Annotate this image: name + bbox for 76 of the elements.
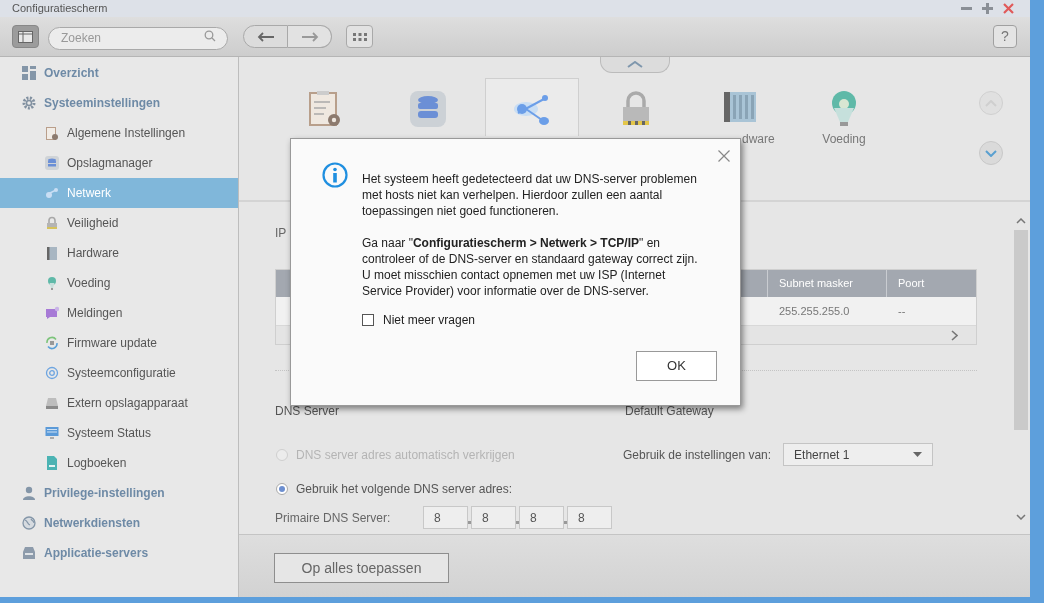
sidebar-item[interactable]: Meldingen — [0, 298, 238, 328]
sidebar-item[interactable]: Voeding — [0, 268, 238, 298]
table-cell-text: -- — [897, 303, 907, 319]
bulb-icon — [45, 276, 59, 290]
update-icon — [45, 336, 59, 350]
tile-label: Voeding — [822, 131, 866, 148]
scroll-down-button[interactable] — [979, 141, 1003, 165]
input-field[interactable]: 8 — [567, 506, 612, 529]
drive-icon — [45, 396, 59, 410]
chevron-up-icon — [627, 61, 643, 68]
checkbox-label: Niet meer vragen — [383, 312, 476, 329]
table-cell-text: 255.255.255.0 — [778, 303, 851, 319]
section-label: IP — [275, 225, 288, 240]
panel-icon — [18, 30, 33, 43]
sidebar-item[interactable]: Hardware — [0, 238, 238, 268]
gear-icon — [22, 96, 36, 110]
section-title: DNS Server — [275, 403, 340, 420]
clipboard-icon — [45, 126, 59, 140]
apps-button[interactable] — [346, 25, 373, 48]
back-button[interactable] — [243, 25, 288, 48]
window-title: Configuratiescherm — [12, 1, 108, 17]
chevron-down-icon — [1016, 514, 1026, 520]
server-icon — [45, 246, 59, 260]
caret-icon — [913, 452, 923, 457]
dialog-message: Het systeem heeft gedetecteerd dat uw DNS-server problemen met hosts niet kan verhelpen. Hierdoor zullen een aantal toepassingen niet goed functioneren. — [362, 171, 698, 219]
sidebar-item[interactable]: Firmware update — [0, 328, 238, 358]
globe-icon — [22, 516, 36, 530]
sidebar-toggle-button[interactable] — [12, 25, 39, 48]
info-icon — [322, 162, 348, 188]
radio-button[interactable] — [276, 483, 288, 495]
log-file-icon — [45, 456, 59, 470]
close-icon[interactable] — [718, 150, 730, 162]
field-label: Primaire DNS Server: — [275, 509, 392, 527]
maximize-icon[interactable] — [982, 3, 993, 14]
message-icon — [45, 306, 59, 320]
close-icon[interactable] — [1003, 3, 1014, 14]
ok-button[interactable]: OK — [636, 351, 717, 381]
network-icon — [45, 186, 59, 200]
category-tile[interactable] — [485, 78, 579, 136]
tray-icon — [22, 546, 36, 560]
tile-label: dware — [741, 131, 776, 148]
field-label: Gebruik de instellingen van: — [623, 446, 772, 464]
search-icon — [204, 30, 216, 42]
forward-button[interactable] — [288, 25, 332, 48]
sidebar-item[interactable]: Logboeken — [0, 448, 238, 478]
search-field[interactable]: Zoeken — [48, 26, 228, 50]
chevron-up-icon — [1016, 218, 1026, 224]
dropdown[interactable]: Ethernet 1 — [783, 443, 934, 466]
chevron-down-icon — [985, 149, 997, 157]
database-icon — [408, 89, 448, 129]
help-button[interactable]: ? — [993, 25, 1017, 48]
scrollbar-thumb[interactable] — [1014, 230, 1028, 430]
radio-label: Gebruik het volgende DNS server adres: — [296, 481, 513, 498]
arrow-right-icon — [300, 31, 319, 42]
grid-icon — [22, 66, 36, 80]
monitor-icon — [45, 426, 59, 440]
input-field[interactable]: 8 — [423, 506, 468, 529]
checkbox[interactable] — [362, 314, 374, 326]
sidebar-item[interactable]: Opslagmanager — [0, 148, 238, 178]
input-field[interactable]: 8 — [519, 506, 564, 529]
chevron-right-icon — [951, 329, 958, 341]
sidebar-item[interactable]: Algemene Instellingen — [0, 118, 238, 148]
person-icon — [22, 486, 36, 500]
sidebar-item[interactable]: Veiligheid — [0, 208, 238, 238]
lock-icon — [45, 216, 59, 230]
arrow-left-icon — [256, 31, 275, 42]
sidebar-item[interactable]: Extern opslagapparaat — [0, 388, 238, 418]
dialog-message: Ga naar "Configuratiescherm > Netwerk > TCP/IP" en controleer of de DNS-server en standaard gateway correct zijn. U moet misschien contact opnemen met uw ISP (Internet Service Provider) voor informatie over de DNS-server. — [362, 235, 699, 299]
section-title: Default Gateway — [625, 403, 715, 420]
sidebar-item[interactable]: Systeem Status — [0, 418, 238, 448]
input-field[interactable]: 8 — [471, 506, 516, 529]
collapse-tab[interactable] — [600, 57, 670, 73]
grid-dots-icon — [352, 32, 367, 41]
apply-button[interactable]: Op alles toepassen — [274, 553, 449, 583]
database-icon — [45, 156, 59, 170]
sidebar-item[interactable]: Systeemconfiguratie — [0, 358, 238, 388]
